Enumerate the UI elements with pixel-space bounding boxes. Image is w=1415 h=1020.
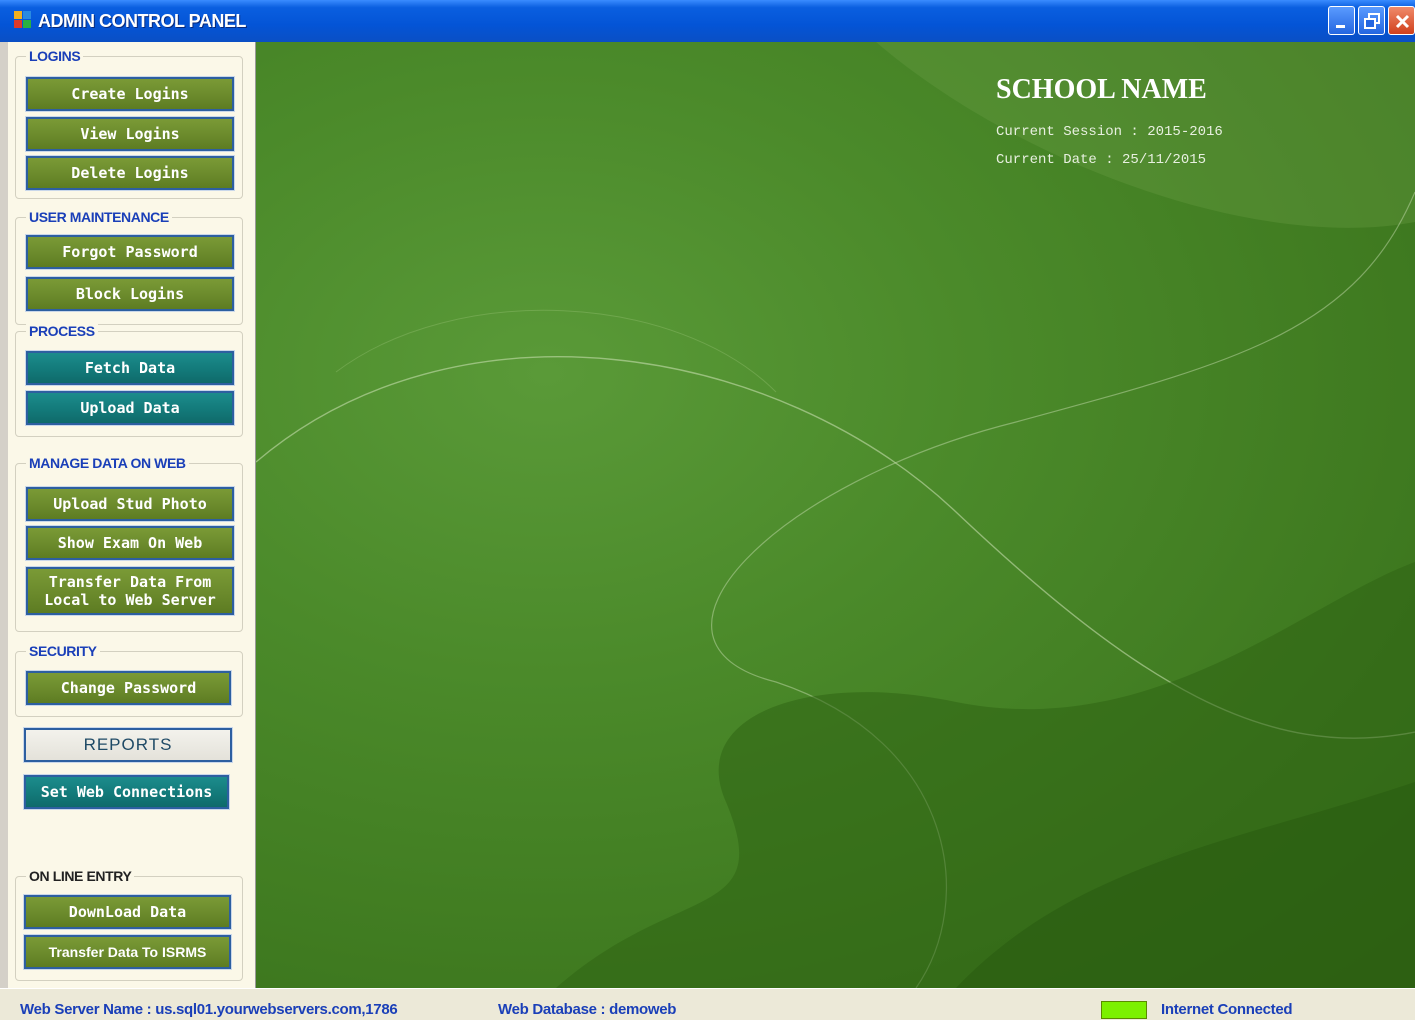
window-title: ADMIN CONTROL PANEL xyxy=(38,11,246,31)
group-title-process: PROCESS xyxy=(26,323,98,339)
reports-button[interactable]: REPORTS xyxy=(23,727,233,763)
background-swirl xyxy=(256,42,1415,988)
current-date: Current Date : 25/11/2015 xyxy=(996,152,1207,168)
show-exam-on-web-button[interactable]: Show Exam On Web xyxy=(25,525,235,561)
delete-logins-button[interactable]: Delete Logins xyxy=(25,155,235,191)
change-password-button[interactable]: Change Password xyxy=(25,670,232,706)
web-server-name: Web Server Name : us.sql01.yourwebserver… xyxy=(20,1001,398,1018)
group-title-on-line-entry: ON LINE ENTRY xyxy=(26,868,135,884)
minimize-icon[interactable] xyxy=(1328,6,1355,35)
group-title-manage-data-on-web: MANAGE DATA ON WEB xyxy=(26,455,189,471)
app-icon[interactable] xyxy=(14,11,32,29)
forgot-password-button[interactable]: Forgot Password xyxy=(25,234,235,270)
set-web-connections-button[interactable]: Set Web Connections xyxy=(23,774,230,810)
group-title-user-maintenance: USER MAINTENANCE xyxy=(26,209,172,225)
view-logins-button[interactable]: View Logins xyxy=(25,116,235,152)
title-bar: ADMIN CONTROL PANEL xyxy=(0,0,1415,42)
fetch-data-button[interactable]: Fetch Data xyxy=(25,350,235,386)
download-data-button[interactable]: DownLoad Data xyxy=(23,894,232,930)
internet-status-indicator xyxy=(1101,1001,1147,1019)
close-icon[interactable] xyxy=(1388,6,1415,35)
block-logins-button[interactable]: Block Logins xyxy=(25,276,235,312)
restore-icon[interactable] xyxy=(1358,6,1385,35)
transfer-data-to-isrms-button[interactable]: Transfer Data To ISRMS xyxy=(23,934,232,970)
school-name: SCHOOL NAME xyxy=(996,74,1207,105)
upload-data-button[interactable]: Upload Data xyxy=(25,390,235,426)
create-logins-button[interactable]: Create Logins xyxy=(25,76,235,112)
transfer-data-to-web-server-button[interactable]: Transfer Data From Local to Web Server xyxy=(25,566,235,616)
sidebar: LOGINS Create Logins View Logins Delete … xyxy=(8,42,256,988)
main-panel: SCHOOL NAME Current Session : 2015-2016 … xyxy=(256,42,1415,988)
group-title-logins: LOGINS xyxy=(26,48,84,64)
upload-stud-photo-button[interactable]: Upload Stud Photo xyxy=(25,486,235,522)
web-database: Web Database : demoweb xyxy=(498,1001,677,1018)
internet-status: Internet Connected xyxy=(1161,1001,1293,1018)
status-bar: Web Server Name : us.sql01.yourwebserver… xyxy=(0,988,1415,1020)
current-session: Current Session : 2015-2016 xyxy=(996,124,1223,140)
group-title-security: SECURITY xyxy=(26,643,100,659)
